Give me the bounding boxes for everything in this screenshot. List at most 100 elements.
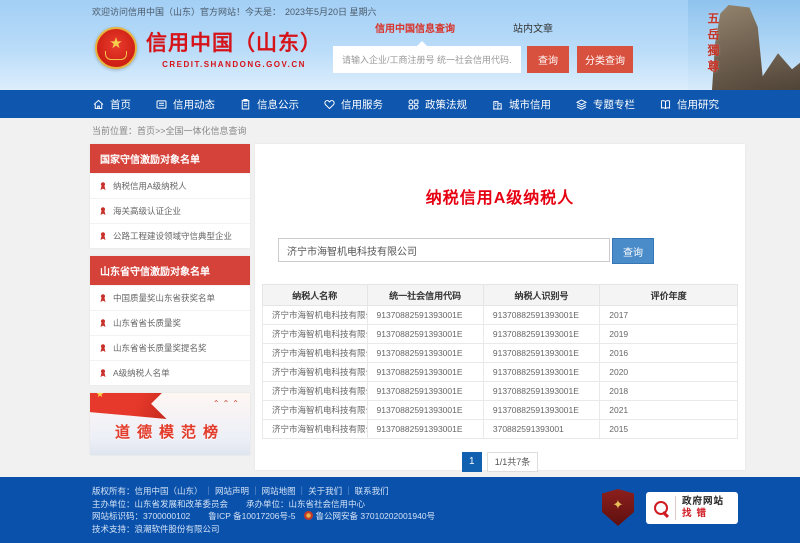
sidebar-item-a-level-taxpayer-list[interactable]: A级纳税人名单 <box>90 360 250 385</box>
category-query-button[interactable]: 分类查询 <box>577 46 633 73</box>
rock-inscription: 五岳獨尊 <box>705 12 722 76</box>
sidebar: 国家守信激励对象名单 纳税信用A级纳税人 海关高级认证企业 公路工程建设领域守信… <box>90 144 250 470</box>
taxpayer-search-input[interactable] <box>278 238 610 262</box>
page-number-button[interactable]: 1 <box>462 452 482 472</box>
nav-item-policies[interactable]: 政策法规 <box>407 97 467 112</box>
sidebar-item-highway-trustworthy[interactable]: 公路工程建设领域守信典型企业 <box>90 223 250 248</box>
home-icon <box>92 98 105 111</box>
footer-link-contact[interactable]: 联系我们 <box>342 486 389 496</box>
sidebar-item-taxpayer-a[interactable]: 纳税信用A级纳税人 <box>90 173 250 198</box>
award-icon <box>98 231 108 241</box>
footer-link-statement[interactable]: 网站声明 <box>203 486 250 496</box>
table-cell: 91370882591393001E <box>483 325 599 344</box>
breadcrumb-home-link[interactable]: 首页 <box>137 126 155 136</box>
taxpayer-table-body: 济宁市海智机电科技有限公司91370882591393001E913708825… <box>263 306 738 439</box>
nav-item-info-disclosure[interactable]: 信息公示 <box>239 97 299 112</box>
table-row: 济宁市海智机电科技有限公司91370882591393001E913708825… <box>263 325 738 344</box>
table-row: 济宁市海智机电科技有限公司91370882591393001E370882591… <box>263 420 738 439</box>
layers-icon <box>575 98 588 111</box>
table-cell: 91370882591393001E <box>483 382 599 401</box>
table-cell: 91370882591393001E <box>367 382 483 401</box>
pagination-summary: 1/1共7条 <box>487 452 539 472</box>
clipboard-icon <box>239 98 252 111</box>
footer-link-about[interactable]: 关于我们 <box>296 486 343 496</box>
award-icon <box>98 206 108 216</box>
breadcrumb-label: 当前位置： <box>92 126 137 136</box>
taxpayer-search: 查询 <box>278 238 745 264</box>
site-logo[interactable]: 信用中国（山东） CREDIT.SHANDONG.GOV.CN <box>95 27 322 69</box>
table-cell: 91370882591393001E <box>483 363 599 382</box>
table-cell: 济宁市海智机电科技有限公司 <box>263 420 368 439</box>
taxpayer-table: 纳税人名称 统一社会信用代码 纳税人识别号 评价年度 济宁市海智机电科技有限公司… <box>262 284 738 439</box>
header-query-button[interactable]: 查询 <box>527 46 569 73</box>
table-cell: 2015 <box>600 420 738 439</box>
table-cell: 91370882591393001E <box>367 401 483 420</box>
find-error-bottom-text: 找错 <box>682 508 724 520</box>
sidebar-section-national: 国家守信激励对象名单 纳税信用A级纳税人 海关高级认证企业 公路工程建设领域守信… <box>90 144 250 248</box>
header-search-input[interactable] <box>333 46 521 73</box>
gov-agency-shield-icon[interactable] <box>602 489 634 526</box>
book-icon <box>659 98 672 111</box>
nav-item-credit-service[interactable]: 信用服务 <box>323 97 383 112</box>
table-cell: 91370882591393001E <box>367 306 483 325</box>
search-row: 查询 分类查询 <box>333 46 633 73</box>
col-taxpayer-name: 纳税人名称 <box>263 285 368 306</box>
table-cell: 2020 <box>600 363 738 382</box>
award-icon <box>98 181 108 191</box>
news-icon <box>155 98 168 111</box>
moral-model-banner[interactable]: ⌃⌃⌃ 道德模范榜 <box>90 393 250 455</box>
footer-site-code: 网站标识码：3700000102 <box>92 511 190 521</box>
brand-text: 信用中国（山东） CREDIT.SHANDONG.GOV.CN <box>146 27 322 69</box>
col-credit-code: 统一社会信用代码 <box>367 285 483 306</box>
footer-organizer: 主办单位：山东省发展和改革委员会 <box>92 499 228 509</box>
table-cell: 91370882591393001E <box>483 306 599 325</box>
table-cell: 91370882591393001E <box>367 344 483 363</box>
award-icon <box>98 368 108 378</box>
topbar: 欢迎访问信用中国（山东）官方网站！今天是：2023年5月20日 星期六 <box>92 5 377 18</box>
main-panel: 纳税信用A级纳税人 查询 纳税人名称 统一社会信用代码 纳税人识别号 评价年度 … <box>255 144 745 470</box>
tab-credit-info-search[interactable]: 信用中国信息查询 <box>375 20 455 41</box>
tab-site-articles[interactable]: 站内文章 <box>513 20 553 41</box>
taxpayer-query-button[interactable]: 查询 <box>612 238 654 264</box>
nav-item-home[interactable]: 首页 <box>92 97 131 112</box>
sidebar-item-china-quality-award[interactable]: 中国质量奖山东省获奖名单 <box>90 285 250 310</box>
col-taxpayer-id: 纳税人识别号 <box>483 285 599 306</box>
welcome-text: 欢迎访问信用中国（山东）官方网站！今天是： <box>92 7 281 17</box>
footer-police-link[interactable]: 鲁公网安备 37010202001940号 <box>316 511 436 521</box>
police-badge-icon <box>304 511 313 520</box>
sidebar-item-customs-certified[interactable]: 海关高级认证企业 <box>90 198 250 223</box>
table-cell: 2021 <box>600 401 738 420</box>
footer-icp-link[interactable]: 鲁ICP 备10017206号-5 <box>208 511 295 521</box>
footer-link-sitemap[interactable]: 网站地图 <box>249 486 296 496</box>
gov-site-error-report-badge[interactable]: 政府网站 找错 <box>646 492 738 524</box>
building-icon <box>491 98 504 111</box>
site-domain: CREDIT.SHANDONG.GOV.CN <box>146 60 322 69</box>
table-cell: 2019 <box>600 325 738 344</box>
nav-item-credit-news[interactable]: 信用动态 <box>155 97 215 112</box>
nav-item-city-credit[interactable]: 城市信用 <box>491 97 551 112</box>
table-cell: 2018 <box>600 382 738 401</box>
sidebar-item-governor-quality-award[interactable]: 山东省省长质量奖 <box>90 310 250 335</box>
sidebar-section-title: 国家守信激励对象名单 <box>90 144 250 173</box>
copyright-text: 版权所有：信用中国（山东） <box>92 486 203 496</box>
table-cell: 370882591393001 <box>483 420 599 439</box>
table-row: 济宁市海智机电科技有限公司91370882591393001E913708825… <box>263 363 738 382</box>
award-icon <box>98 318 108 328</box>
search-tabs: 信用中国信息查询 站内文章 <box>333 20 633 41</box>
main-nav: 首页 信用动态 信息公示 信用服务 政策法规 城市信用 专题专栏 信用研究 <box>0 90 800 118</box>
table-header-row: 纳税人名称 统一社会信用代码 纳税人识别号 评价年度 <box>263 285 738 306</box>
award-icon <box>98 343 108 353</box>
grid-icon <box>407 98 420 111</box>
footer-line-organizers: 主办单位：山东省发展和改革委员会 承办单位：山东省社会信用中心 <box>92 498 435 511</box>
nav-item-special-topics[interactable]: 专题专栏 <box>575 97 635 112</box>
site-header: 欢迎访问信用中国（山东）官方网站！今天是：2023年5月20日 星期六 五岳獨尊… <box>0 0 800 90</box>
national-emblem-icon <box>95 27 137 69</box>
footer-undertaker: 承办单位：山东省社会信用中心 <box>246 499 365 509</box>
footer-line-copyright: 版权所有：信用中国（山东）网站声明网站地图关于我们联系我们 <box>92 485 435 498</box>
footer-line-registration: 网站标识码：3700000102 鲁ICP 备10017206号-5 鲁公网安备 3… <box>92 510 435 523</box>
nav-item-credit-research[interactable]: 信用研究 <box>659 97 719 112</box>
sidebar-item-governor-quality-nomination[interactable]: 山东省省长质量奖提名奖 <box>90 335 250 360</box>
table-row: 济宁市海智机电科技有限公司91370882591393001E913708825… <box>263 401 738 420</box>
table-row: 济宁市海智机电科技有限公司91370882591393001E913708825… <box>263 306 738 325</box>
heart-icon <box>323 98 336 111</box>
